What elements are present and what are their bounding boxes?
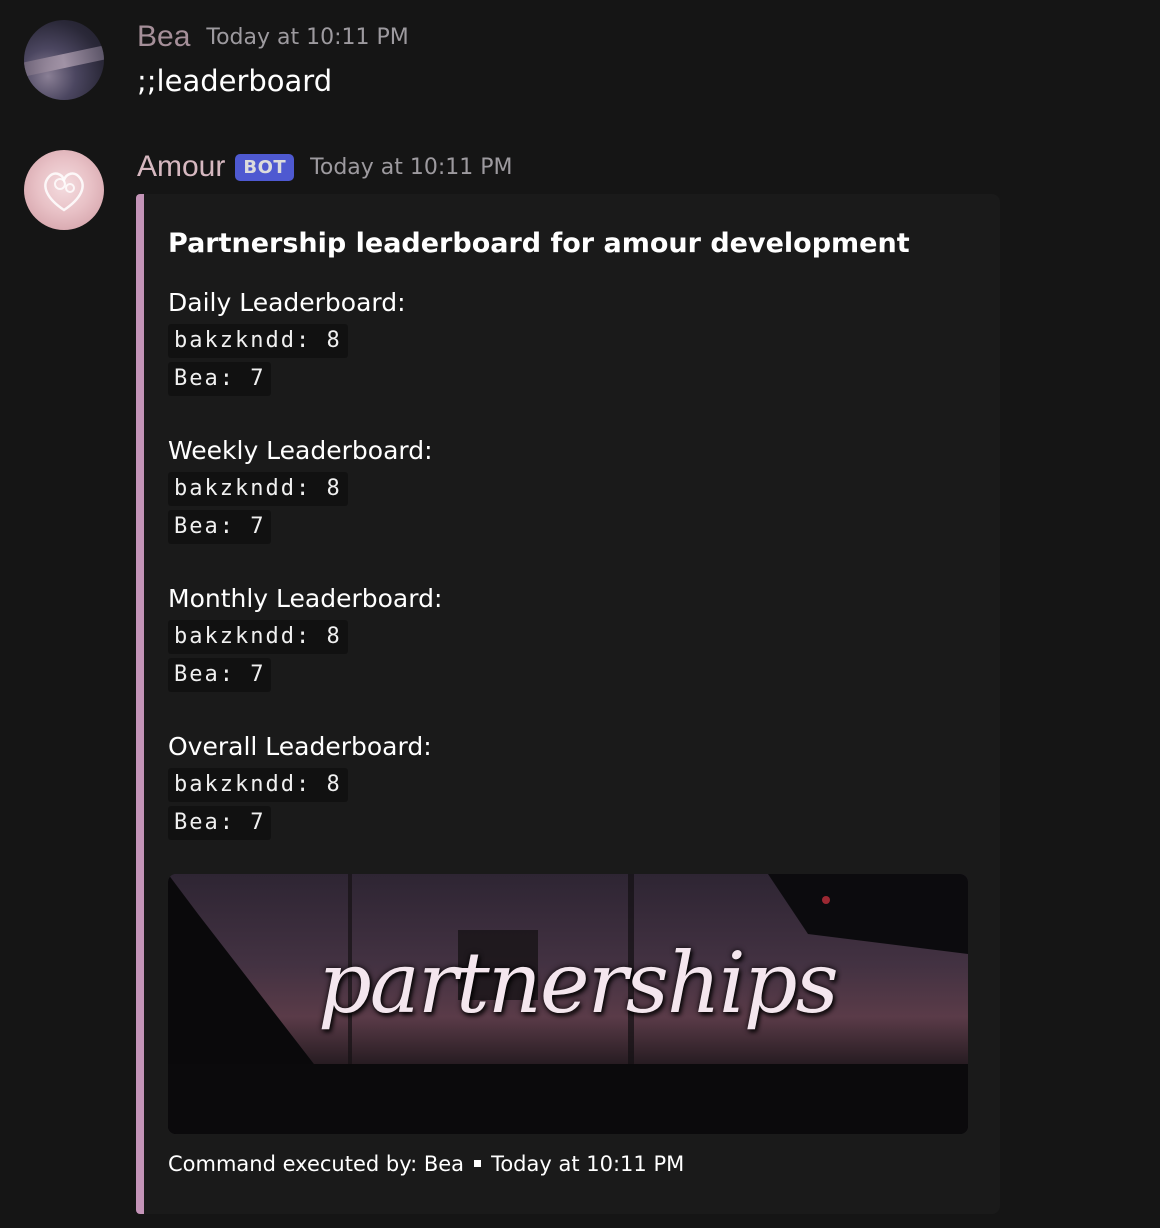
leaderboard-entry: bakzkndd: 8 xyxy=(168,472,348,506)
heart-logo-avatar[interactable] xyxy=(24,150,104,230)
message-header: Bea Today at 10:11 PM xyxy=(137,20,409,54)
monthly-leaderboard-section: Monthly Leaderboard: bakzkndd: 8 Bea: 7 xyxy=(168,582,442,692)
overall-leaderboard-section: Overall Leaderboard: bakzkndd: 8 Bea: 7 xyxy=(168,730,432,840)
user-avatar[interactable] xyxy=(24,20,104,100)
timestamp: Today at 10:11 PM xyxy=(310,154,513,180)
leaderboard-entry: Bea: 7 xyxy=(168,806,272,840)
leaderboard-entry: bakzkndd: 8 xyxy=(168,620,348,654)
section-title: Overall Leaderboard: xyxy=(168,732,432,761)
embed-title: Partnership leaderboard for amour develo… xyxy=(168,228,910,259)
footer-text: Command executed by: Bea xyxy=(168,1152,465,1176)
leaderboard-entry: Bea: 7 xyxy=(168,362,272,396)
embed-image[interactable]: partnerships xyxy=(168,874,968,1134)
section-title: Daily Leaderboard: xyxy=(168,288,406,317)
banner-image-text: partnerships xyxy=(318,934,839,1032)
leaderboard-entry: bakzkndd: 8 xyxy=(168,768,348,802)
heart-icon xyxy=(44,172,84,212)
leaderboard-entry: Bea: 7 xyxy=(168,658,272,692)
message-header: Amour BOT Today at 10:11 PM xyxy=(137,150,513,184)
leaderboard-entry: bakzkndd: 8 xyxy=(168,324,348,358)
timestamp: Today at 10:11 PM xyxy=(206,24,409,50)
daily-leaderboard-section: Daily Leaderboard: bakzkndd: 8 Bea: 7 xyxy=(168,286,406,396)
weekly-leaderboard-section: Weekly Leaderboard: bakzkndd: 8 Bea: 7 xyxy=(168,434,433,544)
bot-badge: BOT xyxy=(235,153,295,181)
username[interactable]: Amour xyxy=(137,150,225,184)
message-content: ;;leaderboard xyxy=(137,64,333,98)
section-title: Monthly Leaderboard: xyxy=(168,584,443,613)
embed-footer: Command executed by: Bea Today at 10:11 P… xyxy=(168,1152,684,1176)
section-title: Weekly Leaderboard: xyxy=(168,436,433,465)
username[interactable]: Bea xyxy=(137,20,190,54)
footer-timestamp: Today at 10:11 PM xyxy=(491,1152,685,1176)
leaderboard-entry: Bea: 7 xyxy=(168,510,272,544)
separator-dot xyxy=(474,1159,482,1167)
leaderboard-embed: Partnership leaderboard for amour develo… xyxy=(136,194,1000,1214)
